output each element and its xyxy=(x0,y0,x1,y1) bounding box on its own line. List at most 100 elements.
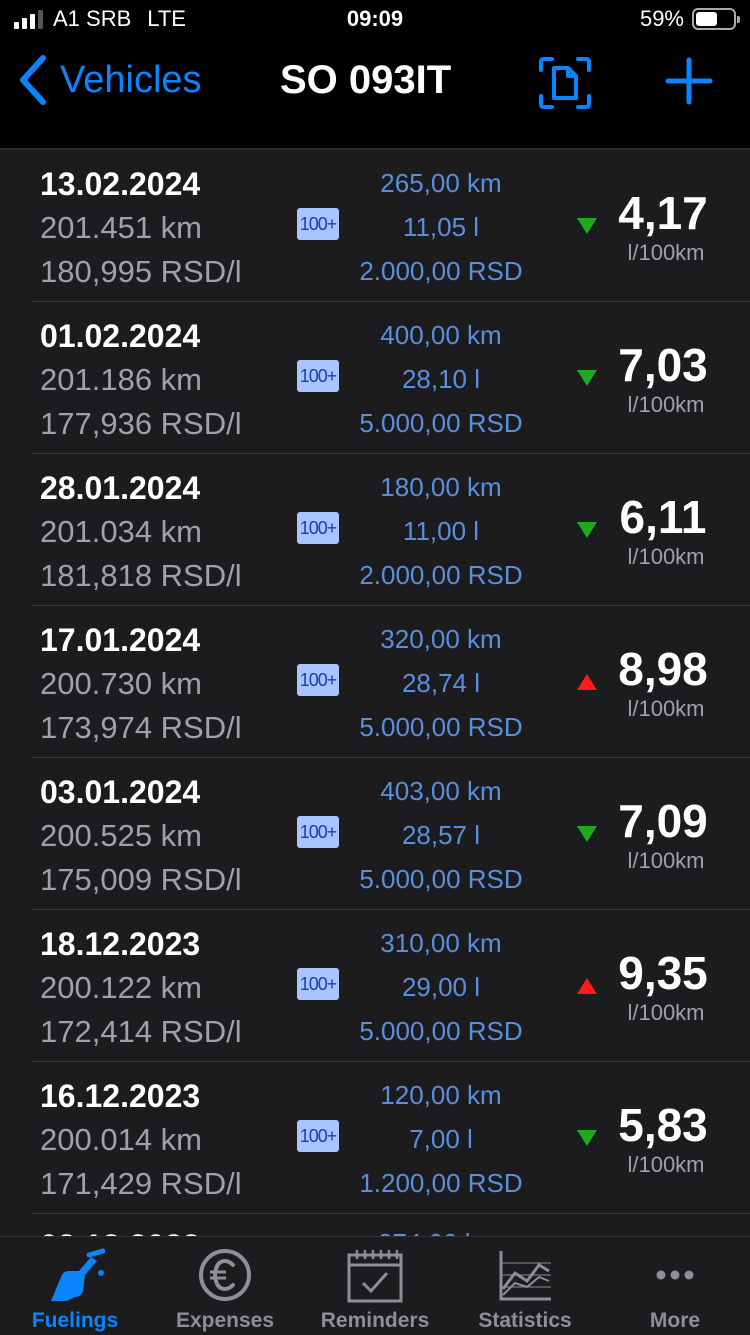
fueling-date: 13.02.2024 xyxy=(40,166,201,202)
odometer-value: 200.122 km xyxy=(40,970,202,1005)
battery-percent: 59% xyxy=(639,6,684,31)
fueling-row[interactable]: 03.01.2024 200.525 km 175,009 RSD/l 100+ 403… xyxy=(0,758,750,910)
tab-reminders[interactable]: Reminders xyxy=(300,1237,450,1335)
tab-expenses-label: Expenses xyxy=(175,1309,275,1332)
distance-value: 310,00 km xyxy=(380,928,502,958)
back-label: Vehicles xyxy=(60,58,202,101)
consumption-value: 7,09 xyxy=(618,795,708,847)
fueling-row[interactable]: 13.02.2024 201.451 km 180,995 RSD/l 100+ 265… xyxy=(0,150,750,302)
euro-icon xyxy=(199,1249,251,1301)
trend-down-icon xyxy=(577,1130,597,1146)
fueling-date: 28.01.2024 xyxy=(40,470,201,506)
liters-value: 29,00 l xyxy=(401,972,481,1002)
fueling-date: 03.01.2024 xyxy=(40,774,201,810)
distance-value: 403,00 km xyxy=(380,776,502,806)
liters-value: 11,00 l xyxy=(402,516,480,546)
scan-document-icon xyxy=(539,57,591,109)
consumption-unit: l/100km xyxy=(627,848,705,873)
distance-value: 120,00 km xyxy=(380,1080,502,1110)
consumption-unit: l/100km xyxy=(627,544,705,569)
fueling-date: 16.12.2023 xyxy=(40,1078,201,1114)
more-dots-icon xyxy=(656,1270,694,1280)
price-per-liter: 181,818 RSD/l xyxy=(40,558,242,593)
fueling-row[interactable]: 01.02.2024 201.186 km 177,936 RSD/l 100+ 400… xyxy=(0,302,750,454)
cost-value: 5.000,00 RSD xyxy=(359,712,523,742)
cost-value: 2.000,00 RSD xyxy=(359,560,523,590)
trend-up-icon xyxy=(577,978,597,994)
trend-down-icon xyxy=(577,218,597,234)
liters-value: 28,74 l xyxy=(401,668,481,698)
cost-value: 1.200,00 RSD xyxy=(359,1168,523,1198)
odometer-value: 200.014 km xyxy=(40,1122,202,1157)
fueling-date: 17.01.2024 xyxy=(40,622,201,658)
distance-value: 320,00 km xyxy=(380,624,502,654)
calendar-check-icon xyxy=(347,1250,403,1303)
odometer-value: 200.525 km xyxy=(40,818,202,853)
chart-icon xyxy=(499,1251,551,1301)
fueling-row[interactable]: 17.01.2024 200.730 km 173,974 RSD/l 100+ 320… xyxy=(0,606,750,758)
consumption-value: 8,98 xyxy=(618,643,708,695)
trend-down-icon xyxy=(577,522,597,538)
consumption-unit: l/100km xyxy=(627,696,705,721)
price-per-liter: 171,429 RSD/l xyxy=(40,1166,242,1201)
consumption-unit: l/100km xyxy=(627,392,705,417)
distance-value: 400,00 km xyxy=(380,320,502,350)
status-bar: A1 SRB LTE 09:09 59% xyxy=(0,0,750,40)
consumption-unit: l/100km xyxy=(627,1152,705,1177)
cost-value: 2.000,00 RSD xyxy=(359,256,523,286)
back-button[interactable]: Vehicles xyxy=(18,54,202,106)
fueling-date: 01.02.2024 xyxy=(40,318,201,354)
price-per-liter: 172,414 RSD/l xyxy=(40,1014,242,1049)
trend-down-icon xyxy=(577,826,597,842)
chevron-left-icon xyxy=(20,55,46,105)
liters-value: 11,05 l xyxy=(402,212,480,242)
price-per-liter: 177,936 RSD/l xyxy=(40,406,242,441)
consumption-unit: l/100km xyxy=(627,1000,705,1025)
header-separator xyxy=(0,128,750,150)
navigation-bar: Vehicles SO 093IT xyxy=(0,40,750,128)
odometer-value: 201.451 km xyxy=(40,210,202,245)
partial-row-distance: 274,00 km xyxy=(378,1228,499,1236)
tab-fuelings-label: Fuelings xyxy=(31,1309,119,1332)
add-fueling-button[interactable] xyxy=(664,56,714,106)
odometer-value: 201.034 km xyxy=(40,514,202,549)
tab-statistics[interactable]: Statistics xyxy=(450,1237,600,1335)
tab-fuelings[interactable]: Fuelings xyxy=(0,1237,150,1335)
plus-icon xyxy=(665,57,713,105)
row-divider xyxy=(32,1213,750,1214)
tab-bar: Fuelings Expenses Reminders Statistics M… xyxy=(0,1236,750,1335)
partial-row-date: 03.12.2023 xyxy=(40,1228,200,1236)
price-per-liter: 175,009 RSD/l xyxy=(40,862,242,897)
consumption-value: 9,35 xyxy=(618,947,708,999)
distance-value: 180,00 km xyxy=(380,472,502,502)
tab-expenses[interactable]: Expenses xyxy=(150,1237,300,1335)
fuel-pump-icon xyxy=(51,1248,105,1301)
trend-up-icon xyxy=(577,674,597,690)
fueling-row[interactable]: 18.12.2023 200.122 km 172,414 RSD/l 100+ 310… xyxy=(0,910,750,1062)
odometer-value: 200.730 km xyxy=(40,666,202,701)
battery-icon xyxy=(692,8,740,30)
trend-down-icon xyxy=(577,370,597,386)
fueling-row[interactable]: 28.01.2024 201.034 km 181,818 RSD/l 100+ 180… xyxy=(0,454,750,606)
liters-value: 28,57 l xyxy=(401,820,481,850)
cost-value: 5.000,00 RSD xyxy=(359,408,523,438)
cost-value: 5.000,00 RSD xyxy=(359,864,523,894)
page-title: SO 093IT xyxy=(280,58,452,102)
fuelings-list[interactable]: 13.02.2024 201.451 km 180,995 RSD/l 100+ 265… xyxy=(0,150,750,1236)
cost-value: 5.000,00 RSD xyxy=(359,1016,523,1046)
tab-more[interactable]: More xyxy=(600,1237,750,1335)
consumption-value: 7,03 xyxy=(618,339,708,391)
liters-value: 28,10 l xyxy=(401,364,481,394)
status-time: 09:09 xyxy=(346,6,404,31)
price-per-liter: 180,995 RSD/l xyxy=(40,254,242,289)
tab-statistics-label: Statistics xyxy=(478,1309,572,1332)
distance-value: 265,00 km xyxy=(380,168,502,198)
consumption-unit: l/100km xyxy=(627,240,705,265)
fueling-row[interactable]: 16.12.2023 200.014 km 171,429 RSD/l 100+ 120… xyxy=(0,1062,750,1214)
liters-value: 7,00 l xyxy=(409,1124,473,1154)
status-right: 59% xyxy=(639,6,740,32)
scan-document-button[interactable] xyxy=(538,56,592,110)
consumption-value: 6,11 xyxy=(619,491,707,543)
tab-more-label: More xyxy=(649,1309,701,1332)
consumption-value: 5,83 xyxy=(618,1099,708,1151)
